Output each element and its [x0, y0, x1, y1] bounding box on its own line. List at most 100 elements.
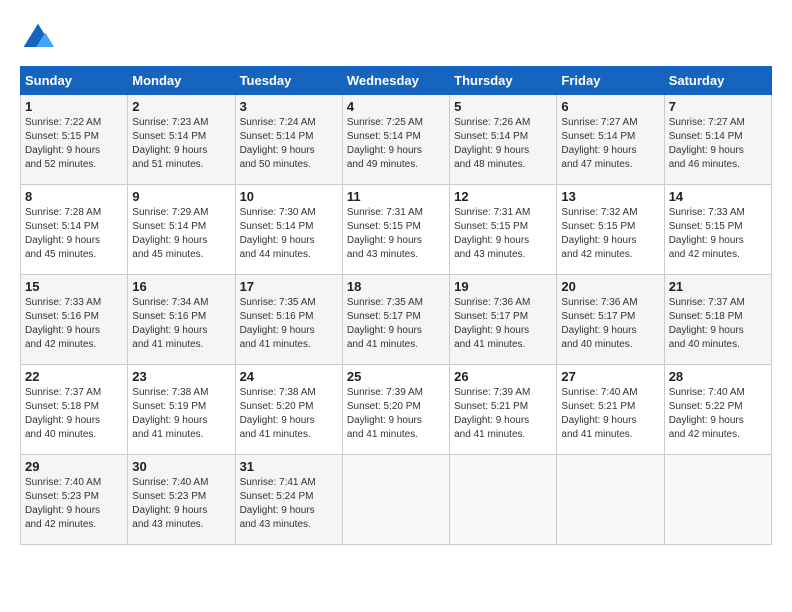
day-cell: 19 Sunrise: 7:36 AMSunset: 5:17 PMDaylig…: [450, 275, 557, 365]
day-cell: 21 Sunrise: 7:37 AMSunset: 5:18 PMDaylig…: [664, 275, 771, 365]
day-number: 28: [669, 369, 767, 384]
day-info: Sunrise: 7:40 AMSunset: 5:21 PMDaylight:…: [561, 386, 659, 442]
week-row-4: 22 Sunrise: 7:37 AMSunset: 5:18 PMDaylig…: [21, 365, 772, 455]
day-info: Sunrise: 7:27 AMSunset: 5:14 PMDaylight:…: [561, 116, 659, 172]
day-cell: 11 Sunrise: 7:31 AMSunset: 5:15 PMDaylig…: [342, 185, 449, 275]
day-cell: 15 Sunrise: 7:33 AMSunset: 5:16 PMDaylig…: [21, 275, 128, 365]
day-info: Sunrise: 7:35 AMSunset: 5:16 PMDaylight:…: [240, 296, 338, 352]
day-info: Sunrise: 7:38 AMSunset: 5:19 PMDaylight:…: [132, 386, 230, 442]
day-cell: 12 Sunrise: 7:31 AMSunset: 5:15 PMDaylig…: [450, 185, 557, 275]
day-cell: 28 Sunrise: 7:40 AMSunset: 5:22 PMDaylig…: [664, 365, 771, 455]
logo: [20, 20, 62, 56]
day-number: 8: [25, 189, 123, 204]
day-number: 1: [25, 99, 123, 114]
header-cell-monday: Monday: [128, 67, 235, 95]
day-cell: [557, 455, 664, 545]
day-cell: 13 Sunrise: 7:32 AMSunset: 5:15 PMDaylig…: [557, 185, 664, 275]
day-number: 20: [561, 279, 659, 294]
header-row: SundayMondayTuesdayWednesdayThursdayFrid…: [21, 67, 772, 95]
header-cell-sunday: Sunday: [21, 67, 128, 95]
day-info: Sunrise: 7:33 AMSunset: 5:16 PMDaylight:…: [25, 296, 123, 352]
day-info: Sunrise: 7:41 AMSunset: 5:24 PMDaylight:…: [240, 476, 338, 532]
day-info: Sunrise: 7:23 AMSunset: 5:14 PMDaylight:…: [132, 116, 230, 172]
day-info: Sunrise: 7:36 AMSunset: 5:17 PMDaylight:…: [454, 296, 552, 352]
day-info: Sunrise: 7:27 AMSunset: 5:14 PMDaylight:…: [669, 116, 767, 172]
day-info: Sunrise: 7:39 AMSunset: 5:21 PMDaylight:…: [454, 386, 552, 442]
calendar: SundayMondayTuesdayWednesdayThursdayFrid…: [20, 66, 772, 545]
day-number: 17: [240, 279, 338, 294]
logo-icon: [20, 20, 56, 56]
day-number: 7: [669, 99, 767, 114]
calendar-body: 1 Sunrise: 7:22 AMSunset: 5:15 PMDayligh…: [21, 95, 772, 545]
header: [20, 20, 772, 56]
day-cell: 6 Sunrise: 7:27 AMSunset: 5:14 PMDayligh…: [557, 95, 664, 185]
day-cell: 5 Sunrise: 7:26 AMSunset: 5:14 PMDayligh…: [450, 95, 557, 185]
day-info: Sunrise: 7:31 AMSunset: 5:15 PMDaylight:…: [454, 206, 552, 262]
day-info: Sunrise: 7:26 AMSunset: 5:14 PMDaylight:…: [454, 116, 552, 172]
day-cell: 26 Sunrise: 7:39 AMSunset: 5:21 PMDaylig…: [450, 365, 557, 455]
day-cell: [342, 455, 449, 545]
day-info: Sunrise: 7:25 AMSunset: 5:14 PMDaylight:…: [347, 116, 445, 172]
day-cell: 18 Sunrise: 7:35 AMSunset: 5:17 PMDaylig…: [342, 275, 449, 365]
day-number: 2: [132, 99, 230, 114]
day-cell: [664, 455, 771, 545]
header-cell-saturday: Saturday: [664, 67, 771, 95]
day-number: 24: [240, 369, 338, 384]
day-info: Sunrise: 7:39 AMSunset: 5:20 PMDaylight:…: [347, 386, 445, 442]
day-cell: 4 Sunrise: 7:25 AMSunset: 5:14 PMDayligh…: [342, 95, 449, 185]
day-number: 25: [347, 369, 445, 384]
day-number: 9: [132, 189, 230, 204]
day-number: 22: [25, 369, 123, 384]
day-cell: 24 Sunrise: 7:38 AMSunset: 5:20 PMDaylig…: [235, 365, 342, 455]
day-number: 11: [347, 189, 445, 204]
day-info: Sunrise: 7:22 AMSunset: 5:15 PMDaylight:…: [25, 116, 123, 172]
calendar-header: SundayMondayTuesdayWednesdayThursdayFrid…: [21, 67, 772, 95]
day-number: 16: [132, 279, 230, 294]
header-cell-tuesday: Tuesday: [235, 67, 342, 95]
day-cell: 25 Sunrise: 7:39 AMSunset: 5:20 PMDaylig…: [342, 365, 449, 455]
day-cell: 17 Sunrise: 7:35 AMSunset: 5:16 PMDaylig…: [235, 275, 342, 365]
day-cell: 9 Sunrise: 7:29 AMSunset: 5:14 PMDayligh…: [128, 185, 235, 275]
day-info: Sunrise: 7:29 AMSunset: 5:14 PMDaylight:…: [132, 206, 230, 262]
day-number: 29: [25, 459, 123, 474]
day-number: 10: [240, 189, 338, 204]
day-cell: 7 Sunrise: 7:27 AMSunset: 5:14 PMDayligh…: [664, 95, 771, 185]
day-info: Sunrise: 7:36 AMSunset: 5:17 PMDaylight:…: [561, 296, 659, 352]
day-cell: 22 Sunrise: 7:37 AMSunset: 5:18 PMDaylig…: [21, 365, 128, 455]
day-number: 21: [669, 279, 767, 294]
day-info: Sunrise: 7:35 AMSunset: 5:17 PMDaylight:…: [347, 296, 445, 352]
day-number: 26: [454, 369, 552, 384]
week-row-5: 29 Sunrise: 7:40 AMSunset: 5:23 PMDaylig…: [21, 455, 772, 545]
week-row-1: 1 Sunrise: 7:22 AMSunset: 5:15 PMDayligh…: [21, 95, 772, 185]
day-info: Sunrise: 7:24 AMSunset: 5:14 PMDaylight:…: [240, 116, 338, 172]
header-cell-friday: Friday: [557, 67, 664, 95]
day-cell: 23 Sunrise: 7:38 AMSunset: 5:19 PMDaylig…: [128, 365, 235, 455]
day-number: 5: [454, 99, 552, 114]
day-cell: 8 Sunrise: 7:28 AMSunset: 5:14 PMDayligh…: [21, 185, 128, 275]
day-cell: 16 Sunrise: 7:34 AMSunset: 5:16 PMDaylig…: [128, 275, 235, 365]
day-number: 15: [25, 279, 123, 294]
day-cell: 29 Sunrise: 7:40 AMSunset: 5:23 PMDaylig…: [21, 455, 128, 545]
day-number: 12: [454, 189, 552, 204]
day-cell: [450, 455, 557, 545]
day-cell: 31 Sunrise: 7:41 AMSunset: 5:24 PMDaylig…: [235, 455, 342, 545]
day-cell: 1 Sunrise: 7:22 AMSunset: 5:15 PMDayligh…: [21, 95, 128, 185]
day-info: Sunrise: 7:30 AMSunset: 5:14 PMDaylight:…: [240, 206, 338, 262]
day-info: Sunrise: 7:31 AMSunset: 5:15 PMDaylight:…: [347, 206, 445, 262]
day-info: Sunrise: 7:40 AMSunset: 5:23 PMDaylight:…: [25, 476, 123, 532]
day-number: 14: [669, 189, 767, 204]
header-cell-thursday: Thursday: [450, 67, 557, 95]
day-cell: 20 Sunrise: 7:36 AMSunset: 5:17 PMDaylig…: [557, 275, 664, 365]
day-number: 3: [240, 99, 338, 114]
day-cell: 10 Sunrise: 7:30 AMSunset: 5:14 PMDaylig…: [235, 185, 342, 275]
day-number: 18: [347, 279, 445, 294]
day-number: 27: [561, 369, 659, 384]
day-cell: 2 Sunrise: 7:23 AMSunset: 5:14 PMDayligh…: [128, 95, 235, 185]
day-cell: 30 Sunrise: 7:40 AMSunset: 5:23 PMDaylig…: [128, 455, 235, 545]
day-info: Sunrise: 7:33 AMSunset: 5:15 PMDaylight:…: [669, 206, 767, 262]
day-number: 19: [454, 279, 552, 294]
day-number: 4: [347, 99, 445, 114]
day-info: Sunrise: 7:40 AMSunset: 5:22 PMDaylight:…: [669, 386, 767, 442]
day-number: 31: [240, 459, 338, 474]
day-info: Sunrise: 7:37 AMSunset: 5:18 PMDaylight:…: [669, 296, 767, 352]
